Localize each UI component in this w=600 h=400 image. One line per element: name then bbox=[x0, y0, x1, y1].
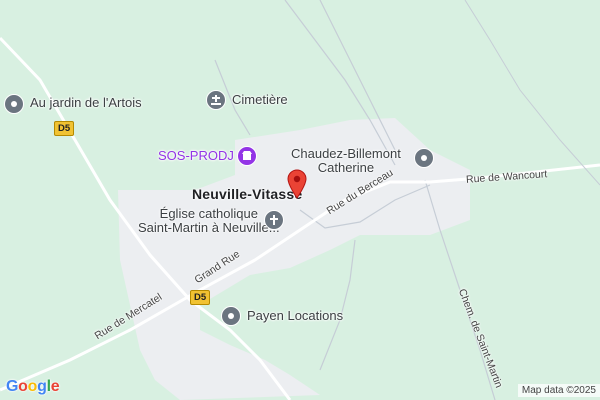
road-south-east bbox=[319, 239, 356, 371]
place-label-eglise[interactable]: Église catholique Saint-Martin à Neuvill… bbox=[138, 207, 280, 234]
location-pin-icon[interactable] bbox=[287, 169, 307, 199]
church-icon[interactable] bbox=[264, 210, 284, 230]
route-shield-d5: D5 bbox=[54, 121, 75, 136]
place-label-line: Église catholique bbox=[159, 206, 258, 221]
google-logo[interactable]: Google bbox=[6, 378, 60, 396]
shop-icon[interactable] bbox=[414, 148, 434, 168]
place-label-sos-prodj[interactable]: SOS-PRODJ bbox=[158, 149, 234, 163]
place-label-cimetiere[interactable]: Cimetière bbox=[232, 93, 288, 107]
road-right-stream bbox=[464, 0, 600, 186]
place-label-jardin[interactable]: Au jardin de l'Artois bbox=[30, 96, 142, 110]
map-canvas[interactable]: D5 D5 Au jardin de l'Artois Cimetière SO… bbox=[0, 0, 600, 400]
shop-icon[interactable] bbox=[221, 306, 241, 326]
place-label-line: Chaudez-Billemont bbox=[291, 146, 401, 161]
cemetery-icon[interactable] bbox=[206, 90, 226, 110]
shop-icon[interactable] bbox=[4, 94, 24, 114]
place-label-line: Saint-Martin à Neuville... bbox=[138, 219, 280, 235]
store-icon[interactable] bbox=[237, 146, 257, 166]
route-shield-d5: D5 bbox=[190, 290, 211, 305]
map-attribution[interactable]: Map data ©2025 bbox=[517, 384, 600, 397]
place-label-payen[interactable]: Payen Locations bbox=[247, 309, 343, 323]
town-label: Neuville-Vitasse bbox=[192, 186, 303, 202]
